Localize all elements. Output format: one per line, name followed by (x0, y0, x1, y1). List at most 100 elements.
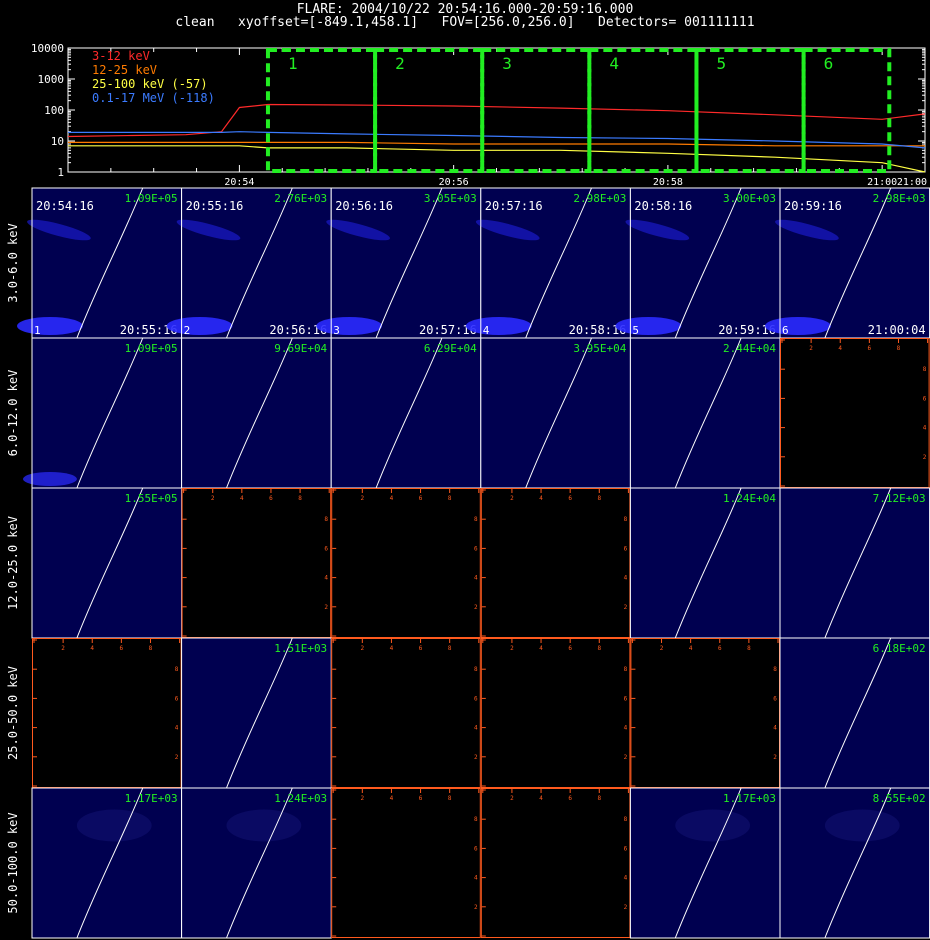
source-emission (76, 809, 152, 842)
panel-image (780, 638, 930, 788)
empty-panel-tick-label: 8 (474, 816, 478, 823)
panel-image (32, 338, 182, 488)
empty-panel-tick-label: 2 (361, 645, 365, 652)
panel-interval-number: 1 (34, 324, 41, 337)
empty-panel (480, 488, 631, 638)
image-panel: 3.00E+0320:58:1620:59:165 (615, 187, 781, 339)
empty-panel-tick-label: 4 (390, 495, 394, 502)
source-emission (226, 809, 302, 842)
panel-start-time: 20:57:16 (485, 199, 543, 213)
panel-max-value: 9.69E+04 (274, 342, 327, 355)
empty-panel-tick-label: 6 (923, 395, 927, 402)
image-panel: 3.05E+0320:56:1620:57:163 (316, 187, 482, 339)
panel-image (780, 488, 930, 638)
panel-start-time: 20:59:16 (784, 199, 842, 213)
empty-panel-tick-label: 4 (838, 345, 842, 352)
empty-panel-tick-label: 2 (211, 495, 215, 502)
panel-max-value: 1.09E+05 (125, 342, 178, 355)
empty-panel-tick-label: 6 (269, 495, 273, 502)
image-panel: 2 2 4 4 6 6 8 8 (480, 488, 631, 638)
empty-panel-tick-label: 4 (474, 575, 478, 582)
panel-max-value: 1.17E+03 (723, 792, 776, 805)
image-panel: 2 2 4 4 6 6 8 8 (480, 638, 631, 788)
empty-panel-tick-label: 4 (324, 575, 328, 582)
panel-max-value: 1.24E+04 (723, 492, 776, 505)
empty-panel-tick-label: 8 (624, 816, 628, 823)
panel-interval-number: 4 (483, 324, 490, 337)
empty-panel (480, 638, 631, 788)
empty-panel-tick-label: 6 (120, 645, 124, 652)
source-emission (615, 317, 682, 335)
empty-panel-tick-label: 2 (474, 604, 478, 611)
empty-panel-tick-label: 2 (474, 754, 478, 761)
empty-panel-tick-label: 8 (448, 645, 452, 652)
empty-panel (331, 488, 481, 638)
empty-panel-tick-label: 2 (61, 645, 65, 652)
empty-panel-tick-label: 6 (624, 545, 628, 552)
image-panel: 7.12E+03 (779, 487, 930, 639)
empty-panel-tick-label: 6 (624, 845, 628, 852)
panel-max-value: 1.55E+05 (125, 492, 178, 505)
source-emission (166, 317, 233, 335)
empty-panel-tick-label: 8 (597, 495, 601, 502)
panel-start-time: 20:55:16 (186, 199, 244, 213)
empty-panel-tick-label: 2 (361, 495, 365, 502)
empty-panel-tick-label: 6 (419, 645, 423, 652)
image-panel: 1.24E+03 (181, 787, 332, 939)
empty-panel-tick-label: 2 (809, 345, 813, 352)
panel-max-value: 6.18E+02 (873, 642, 926, 655)
empty-panel-tick-label: 6 (419, 795, 423, 802)
panel-image (630, 338, 780, 488)
empty-panel-tick-label: 2 (324, 604, 328, 611)
empty-panel-tick-label: 6 (324, 545, 328, 552)
image-panel: 6.18E+02 (779, 637, 930, 789)
panel-max-value: 7.12E+03 (873, 492, 926, 505)
empty-panel-tick-label: 2 (510, 495, 514, 502)
panel-max-value: 1.24E+03 (274, 792, 327, 805)
empty-panel-tick-label: 4 (539, 795, 543, 802)
image-panel: 2.98E+03 20:59:16 21:00:04 6 (765, 187, 930, 339)
panel-interval-number: 3 (333, 324, 340, 337)
empty-panel (331, 788, 481, 938)
empty-panel-tick-label: 4 (773, 725, 777, 732)
empty-panel-tick-label: 6 (868, 345, 872, 352)
empty-panel-tick-label: 4 (539, 495, 543, 502)
empty-panel-tick-label: 6 (773, 695, 777, 702)
panel-max-value: 3.95E+04 (573, 342, 626, 355)
empty-panel-tick-label: 6 (568, 645, 572, 652)
source-emission (675, 809, 751, 842)
panel-max-value: 3.05E+03 (424, 192, 477, 205)
empty-panel-tick-label: 2 (474, 904, 478, 911)
panel-max-value: 1.09E+05 (125, 192, 178, 205)
empty-panel-tick-label: 2 (510, 645, 514, 652)
panel-start-time: 20:56:16 (335, 199, 393, 213)
panel-image (480, 338, 631, 488)
panel-max-value: 2.76E+03 (274, 192, 327, 205)
empty-panel-tick-label: 2 (660, 645, 664, 652)
image-panel: 2 2 4 4 6 6 8 8 (32, 638, 182, 788)
empty-panel-tick-label: 8 (298, 495, 302, 502)
empty-panel-tick-label: 8 (624, 666, 628, 673)
empty-panel-tick-label: 4 (539, 645, 543, 652)
empty-panel-tick-label: 4 (240, 495, 244, 502)
empty-panel-tick-label: 6 (568, 495, 572, 502)
source-emission (824, 809, 900, 842)
panel-image (32, 488, 182, 638)
empty-panel-tick-label: 4 (689, 645, 693, 652)
source-emission (23, 472, 77, 486)
empty-panel-tick-label: 2 (624, 904, 628, 911)
panel-image (331, 338, 481, 488)
panel-max-value: 3.00E+03 (723, 192, 776, 205)
panel-max-value: 8.55E+02 (873, 792, 926, 805)
panel-max-value: 2.98E+03 (573, 192, 626, 205)
image-panel: 1.17E+03 (31, 787, 183, 939)
panel-end-time: 21:00:04 (868, 323, 926, 337)
image-panel: 2 2 4 4 6 6 8 8 (331, 788, 481, 938)
panel-max-value: 1.17E+03 (125, 792, 178, 805)
empty-panel-tick-label: 4 (474, 725, 478, 732)
empty-panel-tick-label: 4 (474, 875, 478, 882)
empty-panel (480, 788, 631, 938)
empty-panel-tick-label: 4 (175, 725, 179, 732)
empty-panel-tick-label: 6 (175, 695, 179, 702)
image-panel: 2 2 4 4 6 6 8 8 (630, 638, 781, 788)
